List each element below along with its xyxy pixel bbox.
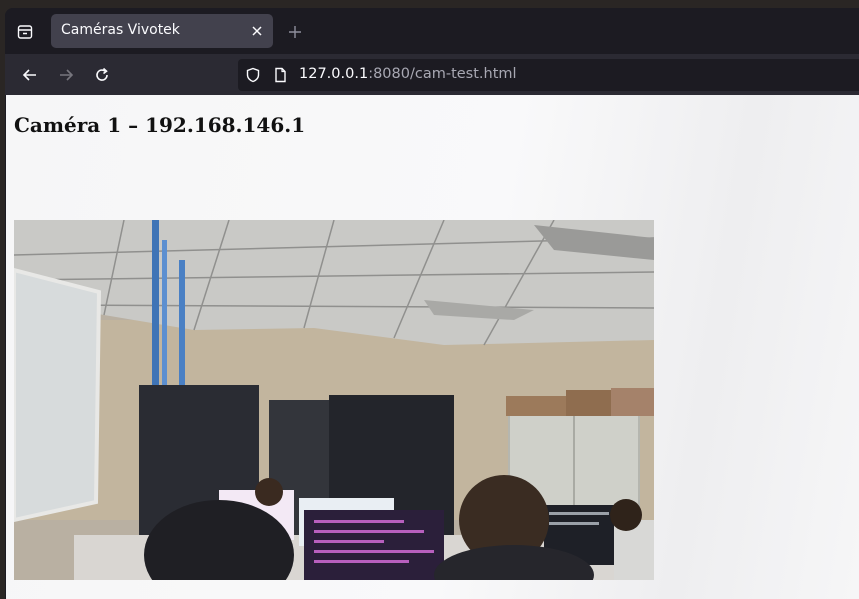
page-title: Caméra 1 – 192.168.146.1: [14, 113, 306, 137]
url-bar[interactable]: 127.0.0.1:8080/cam-test.html: [238, 59, 859, 91]
camera-feed-image: [14, 220, 654, 580]
page-icon[interactable]: [272, 67, 288, 87]
url-path: :8080/cam-test.html: [368, 66, 517, 82]
navigation-bar: 127.0.0.1:8080/cam-test.html: [5, 54, 859, 95]
shield-icon[interactable]: [245, 67, 261, 87]
page-content: Caméra 1 – 192.168.146.1: [6, 95, 859, 599]
tab-list-icon[interactable]: [13, 20, 37, 44]
browser-window: Caméras Vivotek 127.0.0.1:8080/cam-test.…: [5, 8, 859, 599]
tab-title: Caméras Vivotek: [61, 22, 180, 38]
reload-icon[interactable]: [89, 62, 115, 88]
url-host: 127.0.0.1: [299, 66, 369, 82]
close-icon[interactable]: [247, 21, 267, 41]
tab-bar: Caméras Vivotek: [5, 8, 859, 54]
url-text[interactable]: 127.0.0.1:8080/cam-test.html: [299, 66, 517, 82]
arrow-right-icon[interactable]: [53, 62, 79, 88]
arrow-left-icon[interactable]: [17, 62, 43, 88]
plus-icon[interactable]: [285, 22, 305, 42]
tab-active[interactable]: Caméras Vivotek: [51, 14, 273, 48]
